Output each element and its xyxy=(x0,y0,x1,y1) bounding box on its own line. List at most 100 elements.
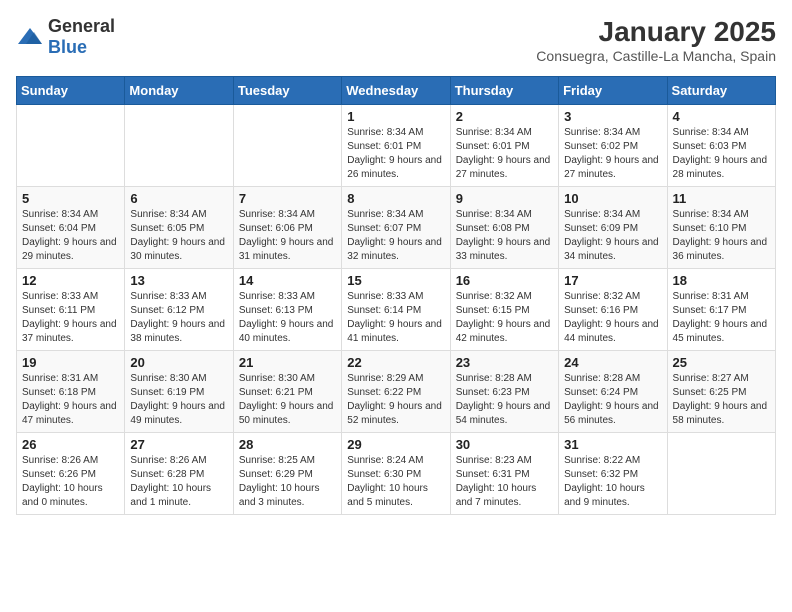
day-number: 25 xyxy=(673,355,770,370)
day-info: Sunrise: 8:34 AM Sunset: 6:09 PM Dayligh… xyxy=(564,208,661,264)
calendar-cell: 27Sunrise: 8:26 AM Sunset: 6:28 PM Dayli… xyxy=(125,433,233,515)
day-info: Sunrise: 8:33 AM Sunset: 6:11 PM Dayligh… xyxy=(22,290,119,346)
logo-general: General xyxy=(48,16,115,36)
logo: General Blue xyxy=(16,16,115,58)
day-number: 16 xyxy=(456,273,553,288)
day-info: Sunrise: 8:34 AM Sunset: 6:08 PM Dayligh… xyxy=(456,208,553,264)
day-number: 10 xyxy=(564,191,661,206)
calendar-cell: 30 Sunrise: 8:23 AM Sunset: 6:31 PM Dayli… xyxy=(450,433,558,515)
day-number: 11 xyxy=(673,191,770,206)
day-number: 17 xyxy=(564,273,661,288)
day-number: 1 xyxy=(347,109,444,124)
calendar-day-header: Wednesday xyxy=(342,77,450,105)
calendar-header-row: SundayMondayTuesdayWednesdayThursdayFrid… xyxy=(17,77,776,105)
calendar-day-header: Tuesday xyxy=(233,77,341,105)
day-number: 30 xyxy=(456,437,553,452)
day-info: Sunrise: 8:23 AM Sunset: 6:31 PM Dayligh… xyxy=(456,454,553,510)
day-number: 9 xyxy=(456,191,553,206)
day-number: 6 xyxy=(130,191,227,206)
calendar-cell xyxy=(17,105,125,187)
day-info: Sunrise: 8:34 AM Sunset: 6:01 PM Dayligh… xyxy=(456,126,553,182)
day-info: Sunrise: 8:34 AM Sunset: 6:01 PM Dayligh… xyxy=(347,126,444,182)
day-number: 12 xyxy=(22,273,119,288)
day-number: 8 xyxy=(347,191,444,206)
day-number: 22 xyxy=(347,355,444,370)
day-info: Sunrise: 8:33 AM Sunset: 6:13 PM Dayligh… xyxy=(239,290,336,346)
calendar-cell: 22 Sunrise: 8:29 AM Sunset: 6:22 PM Dayli… xyxy=(342,351,450,433)
calendar-cell: 16Sunrise: 8:32 AM Sunset: 6:15 PM Dayli… xyxy=(450,269,558,351)
calendar-cell: 17Sunrise: 8:32 AM Sunset: 6:16 PM Dayli… xyxy=(559,269,667,351)
calendar-cell xyxy=(667,433,775,515)
day-number: 14 xyxy=(239,273,336,288)
day-number: 7 xyxy=(239,191,336,206)
calendar-day-header: Thursday xyxy=(450,77,558,105)
calendar-cell: 4 Sunrise: 8:34 AM Sunset: 6:03 PM Daylig… xyxy=(667,105,775,187)
day-number: 23 xyxy=(456,355,553,370)
calendar-cell: 8 Sunrise: 8:34 AM Sunset: 6:07 PM Daylig… xyxy=(342,187,450,269)
day-info: Sunrise: 8:33 AM Sunset: 6:12 PM Dayligh… xyxy=(130,290,227,346)
calendar-week-row: 5 Sunrise: 8:34 AM Sunset: 6:04 PM Daylig… xyxy=(17,187,776,269)
day-info: Sunrise: 8:29 AM Sunset: 6:22 PM Dayligh… xyxy=(347,372,444,428)
logo-blue: Blue xyxy=(48,37,87,57)
calendar-day-header: Saturday xyxy=(667,77,775,105)
calendar-week-row: 12 Sunrise: 8:33 AM Sunset: 6:11 PM Dayli… xyxy=(17,269,776,351)
calendar-cell: 11Sunrise: 8:34 AM Sunset: 6:10 PM Dayli… xyxy=(667,187,775,269)
calendar-cell: 6 Sunrise: 8:34 AM Sunset: 6:05 PM Daylig… xyxy=(125,187,233,269)
day-info: Sunrise: 8:30 AM Sunset: 6:19 PM Dayligh… xyxy=(130,372,227,428)
day-info: Sunrise: 8:34 AM Sunset: 6:06 PM Dayligh… xyxy=(239,208,336,264)
day-number: 5 xyxy=(22,191,119,206)
calendar-cell: 29Sunrise: 8:24 AM Sunset: 6:30 PM Dayli… xyxy=(342,433,450,515)
location-title: Consuegra, Castille-La Mancha, Spain xyxy=(536,48,776,64)
calendar-cell: 15Sunrise: 8:33 AM Sunset: 6:14 PM Dayli… xyxy=(342,269,450,351)
day-number: 15 xyxy=(347,273,444,288)
calendar-table: SundayMondayTuesdayWednesdayThursdayFrid… xyxy=(16,76,776,515)
day-info: Sunrise: 8:24 AM Sunset: 6:30 PM Dayligh… xyxy=(347,454,444,510)
day-info: Sunrise: 8:30 AM Sunset: 6:21 PM Dayligh… xyxy=(239,372,336,428)
calendar-body: 1 Sunrise: 8:34 AM Sunset: 6:01 PM Daylig… xyxy=(17,105,776,515)
calendar-cell: 18Sunrise: 8:31 AM Sunset: 6:17 PM Dayli… xyxy=(667,269,775,351)
day-number: 27 xyxy=(130,437,227,452)
calendar-cell: 21 Sunrise: 8:30 AM Sunset: 6:21 PM Dayli… xyxy=(233,351,341,433)
month-title: January 2025 xyxy=(536,16,776,48)
calendar-cell: 14 Sunrise: 8:33 AM Sunset: 6:13 PM Dayli… xyxy=(233,269,341,351)
title-block: January 2025 Consuegra, Castille-La Manc… xyxy=(536,16,776,64)
calendar-cell: 28 Sunrise: 8:25 AM Sunset: 6:29 PM Dayli… xyxy=(233,433,341,515)
day-info: Sunrise: 8:34 AM Sunset: 6:04 PM Dayligh… xyxy=(22,208,119,264)
day-number: 24 xyxy=(564,355,661,370)
day-number: 20 xyxy=(130,355,227,370)
calendar-cell: 7 Sunrise: 8:34 AM Sunset: 6:06 PM Daylig… xyxy=(233,187,341,269)
day-info: Sunrise: 8:34 AM Sunset: 6:02 PM Dayligh… xyxy=(564,126,661,182)
day-number: 2 xyxy=(456,109,553,124)
day-info: Sunrise: 8:34 AM Sunset: 6:05 PM Dayligh… xyxy=(130,208,227,264)
calendar-cell: 3Sunrise: 8:34 AM Sunset: 6:02 PM Daylig… xyxy=(559,105,667,187)
calendar-week-row: 19 Sunrise: 8:31 AM Sunset: 6:18 PM Dayli… xyxy=(17,351,776,433)
page-header: General Blue January 2025 Consuegra, Cas… xyxy=(16,16,776,64)
day-info: Sunrise: 8:28 AM Sunset: 6:23 PM Dayligh… xyxy=(456,372,553,428)
calendar-cell: 13 Sunrise: 8:33 AM Sunset: 6:12 PM Dayli… xyxy=(125,269,233,351)
logo-icon xyxy=(16,26,44,48)
day-number: 28 xyxy=(239,437,336,452)
day-number: 31 xyxy=(564,437,661,452)
day-info: Sunrise: 8:28 AM Sunset: 6:24 PM Dayligh… xyxy=(564,372,661,428)
day-info: Sunrise: 8:22 AM Sunset: 6:32 PM Dayligh… xyxy=(564,454,661,510)
day-info: Sunrise: 8:26 AM Sunset: 6:26 PM Dayligh… xyxy=(22,454,119,510)
calendar-cell: 9 Sunrise: 8:34 AM Sunset: 6:08 PM Daylig… xyxy=(450,187,558,269)
calendar-cell: 10 Sunrise: 8:34 AM Sunset: 6:09 PM Dayli… xyxy=(559,187,667,269)
calendar-cell: 12 Sunrise: 8:33 AM Sunset: 6:11 PM Dayli… xyxy=(17,269,125,351)
day-info: Sunrise: 8:27 AM Sunset: 6:25 PM Dayligh… xyxy=(673,372,770,428)
day-number: 21 xyxy=(239,355,336,370)
calendar-cell xyxy=(125,105,233,187)
day-info: Sunrise: 8:34 AM Sunset: 6:03 PM Dayligh… xyxy=(673,126,770,182)
calendar-cell: 23 Sunrise: 8:28 AM Sunset: 6:23 PM Dayli… xyxy=(450,351,558,433)
day-number: 4 xyxy=(673,109,770,124)
day-info: Sunrise: 8:25 AM Sunset: 6:29 PM Dayligh… xyxy=(239,454,336,510)
calendar-week-row: 26Sunrise: 8:26 AM Sunset: 6:26 PM Dayli… xyxy=(17,433,776,515)
day-number: 13 xyxy=(130,273,227,288)
day-number: 19 xyxy=(22,355,119,370)
logo-text: General Blue xyxy=(48,16,115,58)
calendar-cell: 5 Sunrise: 8:34 AM Sunset: 6:04 PM Daylig… xyxy=(17,187,125,269)
day-info: Sunrise: 8:34 AM Sunset: 6:07 PM Dayligh… xyxy=(347,208,444,264)
day-info: Sunrise: 8:31 AM Sunset: 6:18 PM Dayligh… xyxy=(22,372,119,428)
calendar-week-row: 1 Sunrise: 8:34 AM Sunset: 6:01 PM Daylig… xyxy=(17,105,776,187)
calendar-day-header: Friday xyxy=(559,77,667,105)
